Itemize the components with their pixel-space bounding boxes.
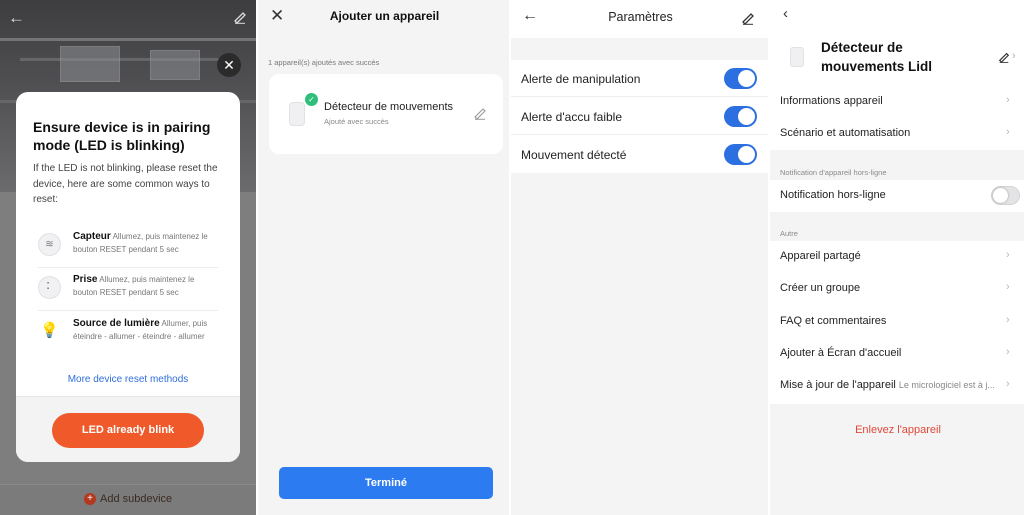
setting-row-low-battery-alert: Alerte d'accu faible <box>511 98 768 135</box>
offline-notification-toggle[interactable] <box>991 186 1020 205</box>
chevron-right-icon: › <box>1006 126 1010 138</box>
device-title: Détecteur de mouvements Lidl <box>821 40 933 74</box>
reset-method-plug: ⠅ Prise Allumez, puis maintenez le bouto… <box>38 274 218 310</box>
menu-item-device-info[interactable]: Informations appareil › <box>770 86 1024 118</box>
offline-section: Notification hors-ligne <box>770 180 1024 212</box>
firmware-status: Le micrologiciel est à j... <box>898 380 995 390</box>
plus-circle-icon: + <box>84 493 96 505</box>
edit-icon[interactable] <box>741 11 755 25</box>
header: ← Paramètres <box>511 0 768 38</box>
reset-method-sensor: ≋ Capteur Allumez, puis maintenez le bou… <box>38 231 218 267</box>
page-title: Paramètres <box>608 10 673 24</box>
tamper-alert-toggle[interactable] <box>724 68 757 89</box>
bulb-icon: 💡 <box>38 320 61 343</box>
add-subdevice-button[interactable]: + Add subdevice <box>84 493 172 505</box>
reset-method-name: Source de lumière <box>73 318 160 329</box>
chevron-right-icon: › <box>1006 249 1010 261</box>
setting-label: Alerte de manipulation <box>521 72 641 86</box>
chevron-right-icon[interactable]: › <box>1012 50 1016 62</box>
arrow-left-icon[interactable]: ← <box>8 8 25 28</box>
settings-screen: ← Paramètres Alerte de manipulation Aler… <box>511 0 768 515</box>
dialog-title: Ensure device is in pairing mode (LED is… <box>33 119 211 153</box>
pairing-screen: ← ✕ Ensure device is in pairing mode (LE… <box>0 0 256 515</box>
chevron-right-icon: › <box>1006 281 1010 293</box>
led-already-blink-button[interactable]: LED already blink <box>52 413 204 448</box>
device-name: Détecteur de mouvements <box>324 101 454 113</box>
add-subdevice-label: Add subdevice <box>100 493 173 505</box>
motion-sensor-icon <box>289 102 305 126</box>
chevron-right-icon: › <box>1006 314 1010 326</box>
menu-item-shared-device[interactable]: Appareil partagé › <box>770 241 1024 273</box>
chevron-left-icon[interactable]: ‹ <box>783 5 788 22</box>
menu-item-device-update[interactable]: Mise à jour de l'appareil Le micrologici… <box>770 370 1024 402</box>
motion-sensor-icon <box>790 47 804 67</box>
page-title: Ajouter un appareil <box>329 9 440 23</box>
low-battery-alert-toggle[interactable] <box>724 106 757 127</box>
close-modal-button[interactable]: ✕ <box>217 53 241 77</box>
menu-item-label: Appareil partagé <box>780 250 861 262</box>
reset-method-light: 💡 Source de lumière Allumer, puis éteind… <box>38 318 218 354</box>
menu-item-faq-feedback[interactable]: FAQ et commentaires › <box>770 306 1024 338</box>
chevron-right-icon: › <box>1006 378 1010 390</box>
setting-row-motion-detected: Mouvement détecté <box>511 136 768 173</box>
motion-detected-toggle[interactable] <box>724 144 757 165</box>
menu-item-label: Créer un groupe <box>780 282 861 294</box>
header: ‹ Détecteur de mouvements Lidl › Informa… <box>770 0 1024 150</box>
menu-item-label: Scénario et automatisation <box>780 127 911 139</box>
pairing-mode-dialog: Ensure device is in pairing mode (LED is… <box>16 92 240 462</box>
menu-item-label: Ajouter à Écran d'accueil <box>780 347 902 359</box>
more-reset-methods-link[interactable]: More device reset methods <box>16 374 240 385</box>
check-icon: ✓ <box>305 93 318 106</box>
menu-item-create-group[interactable]: Créer un groupe › <box>770 273 1024 305</box>
setting-label: Alerte d'accu faible <box>521 110 623 124</box>
menu-item-label: FAQ et commentaires <box>780 315 887 327</box>
edit-icon[interactable] <box>233 10 247 24</box>
dialog-footer: LED already blink <box>16 396 240 462</box>
chevron-right-icon: › <box>1006 346 1010 358</box>
chevron-right-icon: › <box>1006 94 1010 106</box>
menu-item-label: Mise à jour de l'appareil <box>780 379 896 391</box>
settings-list: Alerte de manipulation Alerte d'accu fai… <box>511 60 768 173</box>
success-count-text: 1 appareil(s) ajoutés avec succès <box>268 58 380 67</box>
header: ✕ Ajouter un appareil <box>258 0 509 36</box>
setting-row-tamper-alert: Alerte de manipulation <box>511 60 768 97</box>
add-device-screen: ✕ Ajouter un appareil 1 appareil(s) ajou… <box>258 0 509 515</box>
device-detail-screen: ‹ Détecteur de mouvements Lidl › Informa… <box>770 0 1024 515</box>
other-section: Appareil partagé › Créer un groupe › FAQ… <box>770 241 1024 404</box>
section-header-other: Autre <box>780 229 798 238</box>
added-device-card[interactable]: ✓ Détecteur de mouvements Ajouté avec su… <box>269 74 503 154</box>
device-status: Ajouté avec succès <box>324 117 389 126</box>
close-icon: ✕ <box>223 57 235 73</box>
plug-icon: ⠅ <box>38 276 61 299</box>
divider <box>38 267 218 268</box>
edit-icon[interactable] <box>473 106 487 120</box>
setting-label: Mouvement détecté <box>521 148 627 162</box>
done-button[interactable]: Terminé <box>279 467 493 499</box>
offline-notification-row: Notification hors-ligne <box>770 180 1024 212</box>
menu-item-label: Informations appareil <box>780 95 883 107</box>
menu-item-add-to-home-screen[interactable]: Ajouter à Écran d'accueil › <box>770 338 1024 370</box>
divider <box>38 310 218 311</box>
remove-device-button[interactable]: Enlevez l'appareil <box>770 424 1024 436</box>
reset-method-name: Prise <box>73 274 98 285</box>
section-header-offline: Notification d'appareil hors-ligne <box>780 168 887 177</box>
menu-item-scenes-automation[interactable]: Scénario et automatisation › <box>770 118 1024 150</box>
edit-icon[interactable] <box>998 51 1010 63</box>
dialog-description: If the LED is not blinking, please reset… <box>33 163 218 205</box>
reset-method-name: Capteur <box>73 231 111 242</box>
menu-item-label: Notification hors-ligne <box>780 189 886 201</box>
sensor-icon: ≋ <box>38 233 61 256</box>
